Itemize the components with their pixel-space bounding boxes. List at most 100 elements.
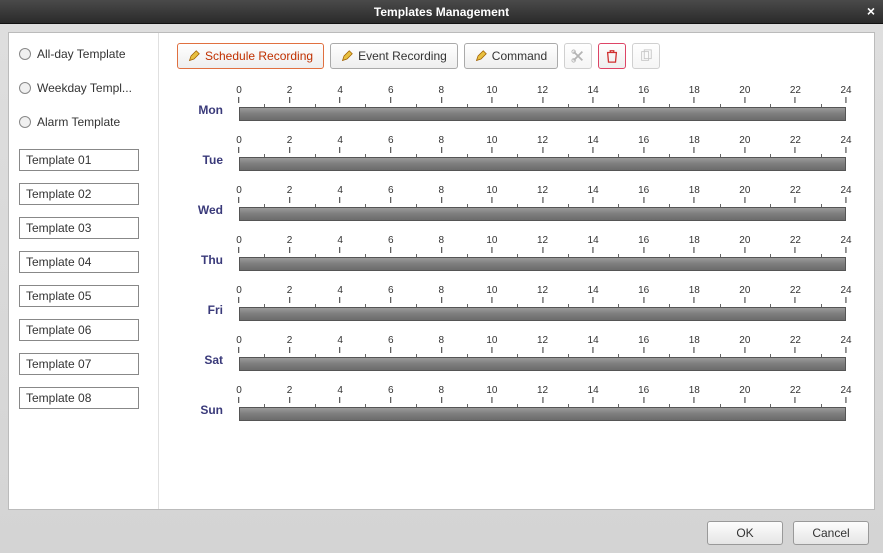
delete-button[interactable] — [598, 43, 626, 69]
button-label: Event Recording — [358, 49, 447, 63]
hour-tick: 18 — [689, 235, 700, 253]
hour-label: 20 — [739, 185, 750, 196]
hour-tick: 0 — [236, 85, 242, 103]
hour-label: 22 — [790, 235, 801, 246]
template-03-input[interactable] — [19, 217, 139, 239]
hour-ticks: 024681012141618202224 — [239, 339, 846, 353]
hour-label: 6 — [388, 285, 394, 296]
timeline-bar[interactable] — [239, 107, 846, 121]
hour-tick: 22 — [790, 385, 801, 403]
pencil-icon — [341, 50, 353, 62]
hour-tick: 14 — [588, 185, 599, 203]
hour-label: 12 — [537, 385, 548, 396]
day-row: Sat024681012141618202224 — [177, 339, 846, 371]
timeline-bar[interactable] — [239, 157, 846, 171]
hour-tick: 12 — [537, 185, 548, 203]
timeline-bar[interactable] — [239, 307, 846, 321]
event-recording-button[interactable]: Event Recording — [330, 43, 458, 69]
hour-tick: 4 — [337, 85, 343, 103]
timeline-bar[interactable] — [239, 357, 846, 371]
hour-tick: 2 — [287, 285, 293, 303]
hour-tick: 18 — [689, 285, 700, 303]
day-row: Thu024681012141618202224 — [177, 239, 846, 271]
hour-tick: 22 — [790, 335, 801, 353]
minor-ticks — [239, 253, 846, 257]
hour-tick: 0 — [236, 235, 242, 253]
day-label: Tue — [177, 153, 239, 171]
day-row: Mon024681012141618202224 — [177, 89, 846, 121]
hour-tick: 10 — [486, 385, 497, 403]
hour-tick: 22 — [790, 135, 801, 153]
hour-label: 0 — [236, 135, 242, 146]
radio-weekday-template[interactable]: Weekday Templ... — [19, 81, 148, 95]
radio-alarm-template[interactable]: Alarm Template — [19, 115, 148, 129]
hour-label: 18 — [689, 235, 700, 246]
cut-button[interactable] — [564, 43, 592, 69]
hour-label: 4 — [337, 235, 343, 246]
day-label: Thu — [177, 253, 239, 271]
hour-label: 8 — [439, 85, 445, 96]
hour-tick: 0 — [236, 385, 242, 403]
hour-label: 2 — [287, 385, 293, 396]
hour-tick: 6 — [388, 335, 394, 353]
hour-label: 14 — [588, 85, 599, 96]
copy-button[interactable] — [632, 43, 660, 69]
hour-label: 22 — [790, 135, 801, 146]
hour-label: 22 — [790, 85, 801, 96]
hour-label: 14 — [588, 335, 599, 346]
day-label: Wed — [177, 203, 239, 221]
hour-label: 6 — [388, 385, 394, 396]
hour-label: 10 — [486, 285, 497, 296]
hour-tick: 18 — [689, 335, 700, 353]
title-bar: Templates Management × — [0, 0, 883, 24]
command-button[interactable]: Command — [464, 43, 558, 69]
hour-tick: 20 — [739, 185, 750, 203]
minor-ticks — [239, 153, 846, 157]
hour-tick: 10 — [486, 285, 497, 303]
hour-ticks: 024681012141618202224 — [239, 189, 846, 203]
hour-label: 16 — [638, 185, 649, 196]
minor-ticks — [239, 103, 846, 107]
timeline-bar[interactable] — [239, 257, 846, 271]
hour-tick: 22 — [790, 285, 801, 303]
hour-tick: 24 — [840, 285, 851, 303]
hour-tick: 16 — [638, 285, 649, 303]
close-icon[interactable]: × — [867, 3, 875, 19]
template-06-input[interactable] — [19, 319, 139, 341]
hour-tick: 6 — [388, 185, 394, 203]
template-05-input[interactable] — [19, 285, 139, 307]
hour-tick: 10 — [486, 335, 497, 353]
hour-tick: 8 — [439, 235, 445, 253]
hour-label: 22 — [790, 285, 801, 296]
hour-label: 6 — [388, 85, 394, 96]
template-01-input[interactable] — [19, 149, 139, 171]
hour-tick: 24 — [840, 85, 851, 103]
hour-label: 24 — [840, 185, 851, 196]
template-07-input[interactable] — [19, 353, 139, 375]
radio-allday-template[interactable]: All-day Template — [19, 47, 148, 61]
hour-tick: 20 — [739, 135, 750, 153]
cancel-button[interactable]: Cancel — [793, 521, 869, 545]
timeline-bar[interactable] — [239, 207, 846, 221]
hour-label: 2 — [287, 135, 293, 146]
hour-tick: 14 — [588, 285, 599, 303]
ok-button[interactable]: OK — [707, 521, 783, 545]
schedule-recording-button[interactable]: Schedule Recording — [177, 43, 324, 69]
template-08-input[interactable] — [19, 387, 139, 409]
timeline-bar[interactable] — [239, 407, 846, 421]
scissors-icon — [571, 49, 585, 63]
hour-tick: 16 — [638, 185, 649, 203]
hour-label: 16 — [638, 285, 649, 296]
hour-tick: 14 — [588, 385, 599, 403]
hour-tick: 12 — [537, 135, 548, 153]
hour-ticks: 024681012141618202224 — [239, 289, 846, 303]
hour-label: 18 — [689, 335, 700, 346]
hour-tick: 0 — [236, 285, 242, 303]
hour-tick: 6 — [388, 85, 394, 103]
hour-tick: 10 — [486, 235, 497, 253]
hour-label: 0 — [236, 235, 242, 246]
hour-tick: 2 — [287, 85, 293, 103]
minor-ticks — [239, 303, 846, 307]
template-04-input[interactable] — [19, 251, 139, 273]
template-02-input[interactable] — [19, 183, 139, 205]
